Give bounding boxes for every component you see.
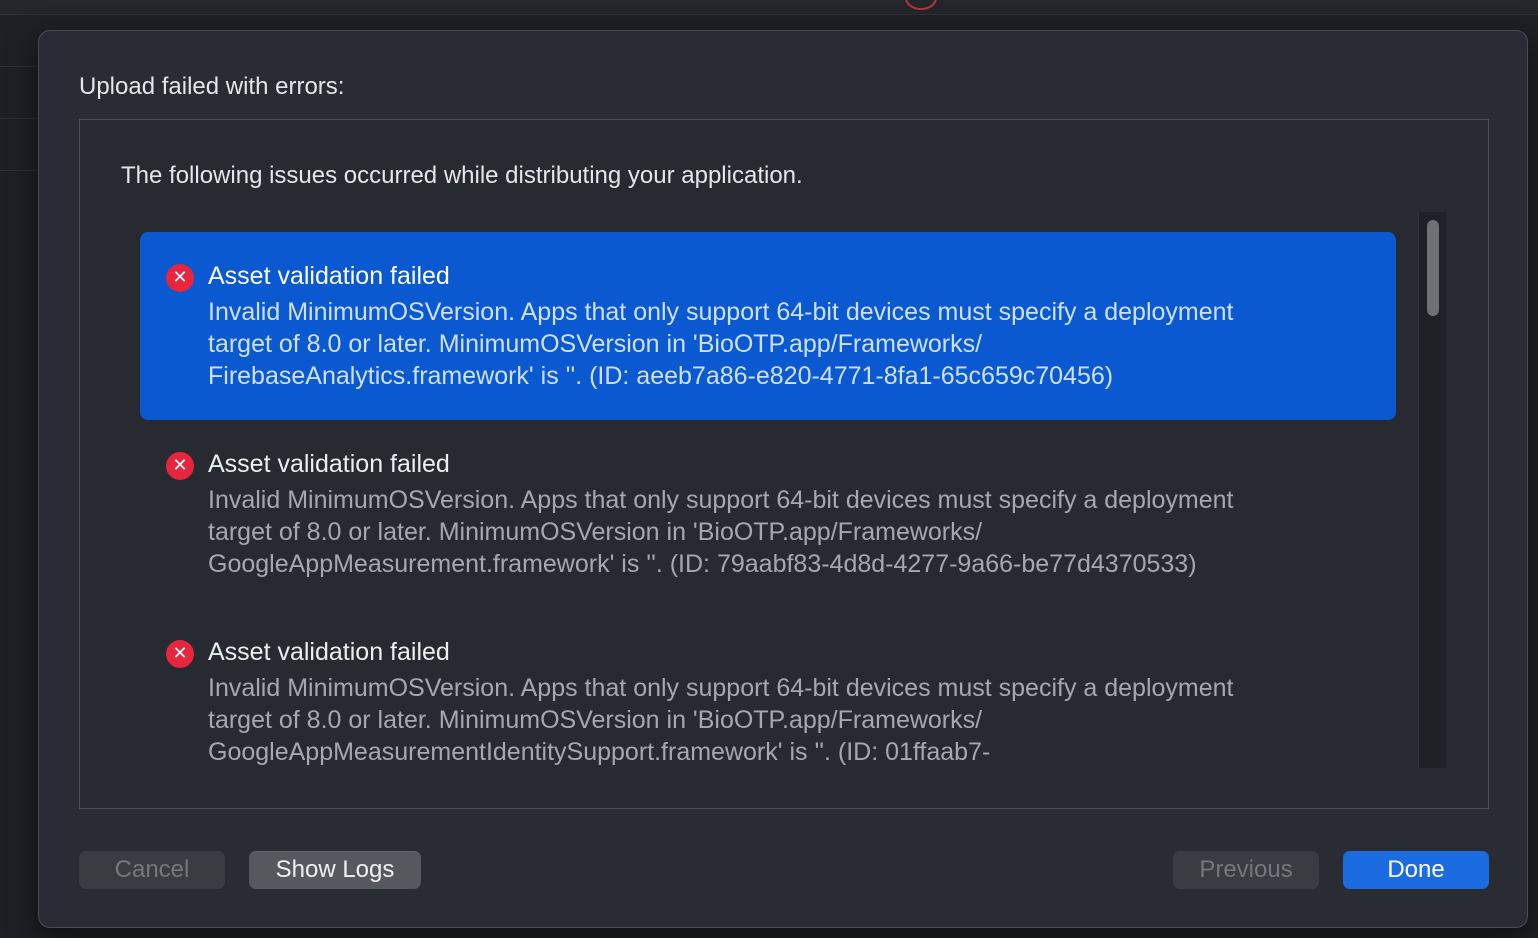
cancel-button[interactable]: Cancel — [79, 851, 225, 889]
error-x-icon: ✕ — [166, 640, 194, 668]
issue-title: Asset validation failed — [208, 450, 450, 478]
done-button[interactable]: Done — [1343, 851, 1489, 889]
issue-row[interactable]: ✕ Asset validation failed Invalid Minimu… — [140, 420, 1396, 608]
upload-error-sheet: Upload failed with errors: The following… — [38, 30, 1528, 928]
issue-list[interactable]: ✕ Asset validation failed Invalid Minimu… — [140, 232, 1398, 770]
issue-description: Invalid MinimumOSVersion. Apps that only… — [208, 674, 1234, 766]
issue-row[interactable]: ✕ Asset validation failed Invalid Minimu… — [140, 232, 1396, 420]
background-divider — [0, 66, 40, 67]
scrollbar-thumb[interactable] — [1427, 220, 1439, 316]
show-logs-button[interactable]: Show Logs — [249, 851, 421, 889]
issue-description: Invalid MinimumOSVersion. Apps that only… — [208, 486, 1234, 578]
issue-row[interactable]: ✕ Asset validation failed Invalid Minimu… — [140, 608, 1396, 770]
background-toolbar — [0, 0, 1538, 15]
previous-button[interactable]: Previous — [1173, 851, 1319, 889]
background-divider — [0, 170, 40, 171]
error-x-icon: ✕ — [166, 264, 194, 292]
background-divider — [0, 118, 40, 119]
error-x-icon: ✕ — [166, 452, 194, 480]
issue-title: Asset validation failed — [208, 262, 450, 290]
sheet-title: Upload failed with errors: — [79, 73, 345, 100]
issues-intro-text: The following issues occurred while dist… — [121, 162, 803, 189]
issues-panel: The following issues occurred while dist… — [79, 119, 1489, 809]
vertical-scrollbar[interactable] — [1418, 212, 1446, 768]
issue-title: Asset validation failed — [208, 638, 450, 666]
issue-description: Invalid MinimumOSVersion. Apps that only… — [208, 298, 1234, 390]
